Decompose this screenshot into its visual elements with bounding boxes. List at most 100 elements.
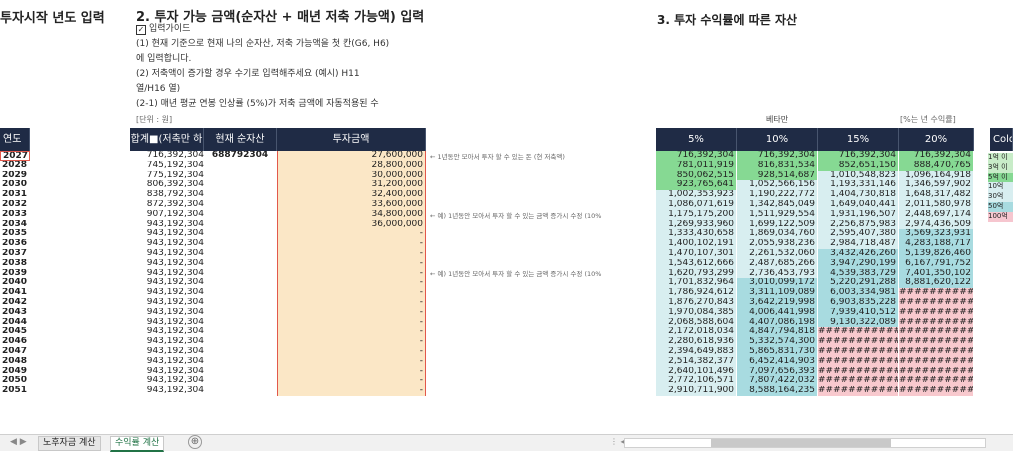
- rate10-cell[interactable]: 5,865,831,730: [737, 347, 818, 357]
- invest-cell[interactable]: -: [277, 288, 426, 298]
- net-asset-cell[interactable]: [204, 161, 276, 171]
- header-year[interactable]: 연도: [0, 128, 30, 151]
- rate5-cell[interactable]: 1,400,102,191: [656, 239, 737, 249]
- net-asset-cell[interactable]: [204, 220, 276, 230]
- horizontal-scrollbar[interactable]: [624, 438, 986, 448]
- total-cell[interactable]: 943,192,304: [120, 278, 204, 288]
- rate5-cell[interactable]: 2,394,649,883: [656, 347, 737, 357]
- net-asset-cell[interactable]: [204, 376, 276, 386]
- invest-cell[interactable]: -: [277, 239, 426, 249]
- invest-cell[interactable]: -: [277, 229, 426, 240]
- rate10-cell[interactable]: 5,332,574,300: [737, 337, 818, 347]
- year-cell[interactable]: 2043: [2, 308, 30, 318]
- year-cell[interactable]: 2031: [2, 190, 30, 200]
- rate15-cell[interactable]: 1,193,331,146: [818, 180, 899, 191]
- rate10-cell[interactable]: 7,807,422,032: [737, 376, 818, 387]
- rate5-cell[interactable]: 1,970,084,385: [656, 307, 737, 318]
- net-asset-cell[interactable]: [204, 288, 276, 298]
- total-cell[interactable]: 943,192,304: [120, 220, 204, 230]
- rate20-cell[interactable]: 7,401,350,102: [899, 268, 974, 279]
- total-cell[interactable]: 943,192,304: [120, 318, 204, 328]
- rate20-cell[interactable]: 8,881,620,122: [899, 278, 974, 289]
- rate20-cell[interactable]: ############: [899, 327, 974, 338]
- year-cell[interactable]: 2041: [2, 288, 30, 298]
- rate10-cell[interactable]: 4,006,441,998: [737, 307, 818, 318]
- rate5-cell[interactable]: 2,172,018,034: [656, 327, 737, 338]
- rate20-cell[interactable]: ############: [899, 317, 974, 328]
- invest-cell[interactable]: -: [277, 258, 426, 269]
- rate5-cell[interactable]: 850,062,515: [656, 170, 737, 181]
- year-cell[interactable]: 2047: [2, 347, 30, 357]
- rate20-cell[interactable]: 1,096,164,918: [899, 170, 974, 181]
- rate5-cell[interactable]: 1,002,353,923: [656, 190, 737, 200]
- rate20-cell[interactable]: ############: [899, 347, 974, 357]
- rate10-cell[interactable]: 928,514,687: [737, 170, 818, 181]
- tab-retirement-fund[interactable]: 노후자금 계산: [38, 436, 101, 451]
- invest-cell[interactable]: 33,600,000: [277, 200, 426, 210]
- rate5-cell[interactable]: 1,786,924,612: [656, 288, 737, 298]
- rate5-cell[interactable]: 1,543,612,666: [656, 258, 737, 269]
- rate10-cell[interactable]: 2,261,532,060: [737, 249, 818, 259]
- rate15-cell[interactable]: 1,010,548,823: [818, 170, 899, 181]
- rate10-cell[interactable]: 2,487,685,266: [737, 258, 818, 269]
- rate5-cell[interactable]: 1,175,175,200: [656, 209, 737, 220]
- year-cell[interactable]: 2027: [0, 151, 30, 161]
- rate10-cell[interactable]: 1,699,122,509: [737, 219, 818, 230]
- total-cell[interactable]: 943,192,304: [120, 357, 204, 367]
- rate5-cell[interactable]: 2,514,382,377: [656, 356, 737, 367]
- rate5-cell[interactable]: 1,876,270,843: [656, 298, 737, 308]
- year-cell[interactable]: 2046: [2, 337, 30, 347]
- rate20-cell[interactable]: 1,648,317,482: [899, 190, 974, 200]
- total-cell[interactable]: 943,192,304: [120, 327, 204, 337]
- year-cell[interactable]: 2045: [2, 327, 30, 337]
- rate15-cell[interactable]: 716,392,304: [818, 151, 899, 161]
- invest-cell[interactable]: -: [277, 249, 426, 259]
- net-asset-cell[interactable]: [204, 278, 276, 288]
- rate10-cell[interactable]: 1,052,566,156: [737, 180, 818, 191]
- total-cell[interactable]: 872,392,304: [120, 200, 204, 210]
- rate20-cell[interactable]: 3,569,323,931: [899, 229, 974, 240]
- rate15-cell[interactable]: 2,256,875,983: [818, 219, 899, 230]
- rate15-cell[interactable]: ############: [818, 337, 899, 347]
- invest-cell[interactable]: 36,000,000: [277, 219, 426, 230]
- net-asset-cell[interactable]: [204, 357, 276, 367]
- net-asset-cell[interactable]: [204, 180, 276, 190]
- net-asset-cell[interactable]: 688792304: [204, 151, 276, 161]
- rate15-cell[interactable]: ############: [818, 327, 899, 338]
- invest-cell[interactable]: -: [277, 327, 426, 338]
- rate10-cell[interactable]: 2,736,453,793: [737, 268, 818, 279]
- invest-cell[interactable]: -: [277, 376, 426, 387]
- year-cell[interactable]: 2049: [2, 367, 30, 377]
- invest-cell[interactable]: 30,000,000: [277, 170, 426, 181]
- rate15-cell[interactable]: ############: [818, 386, 899, 396]
- rate5-cell[interactable]: 1,620,793,299: [656, 268, 737, 279]
- year-cell[interactable]: 2032: [2, 200, 30, 210]
- rate20-cell[interactable]: 6,167,791,752: [899, 258, 974, 269]
- net-asset-cell[interactable]: [204, 308, 276, 318]
- rate5-cell[interactable]: 1,333,430,658: [656, 229, 737, 240]
- year-cell[interactable]: 2038: [2, 259, 30, 269]
- rate15-cell[interactable]: 5,220,291,288: [818, 278, 899, 289]
- rate15-cell[interactable]: 852,651,150: [818, 160, 899, 171]
- rate10-cell[interactable]: 1,190,222,772: [737, 190, 818, 200]
- invest-cell[interactable]: 27,600,000: [277, 151, 426, 161]
- rate15-cell[interactable]: 1,404,730,818: [818, 190, 899, 200]
- rate5-cell[interactable]: 2,280,618,936: [656, 337, 737, 347]
- net-asset-cell[interactable]: [204, 327, 276, 337]
- sheet-nav-arrows-icon[interactable]: ◀ ▶: [10, 437, 27, 447]
- header-rate-10[interactable]: 10%: [737, 128, 818, 151]
- invest-cell[interactable]: -: [277, 347, 426, 357]
- rate10-cell[interactable]: 816,831,534: [737, 160, 818, 171]
- rate5-cell[interactable]: 716,392,304: [656, 151, 737, 161]
- header-rate-15[interactable]: 15%: [818, 128, 899, 151]
- rate15-cell[interactable]: 3,947,290,199: [818, 258, 899, 269]
- net-asset-cell[interactable]: [204, 337, 276, 347]
- net-asset-cell[interactable]: [204, 347, 276, 357]
- net-asset-cell[interactable]: [204, 239, 276, 249]
- total-cell[interactable]: 838,792,304: [120, 190, 204, 200]
- total-cell[interactable]: 716,392,304: [120, 151, 204, 161]
- rate15-cell[interactable]: 1,931,196,507: [818, 209, 899, 220]
- rate20-cell[interactable]: ############: [899, 288, 974, 298]
- header-color[interactable]: Colo: [990, 128, 1013, 151]
- invest-cell[interactable]: -: [277, 278, 426, 289]
